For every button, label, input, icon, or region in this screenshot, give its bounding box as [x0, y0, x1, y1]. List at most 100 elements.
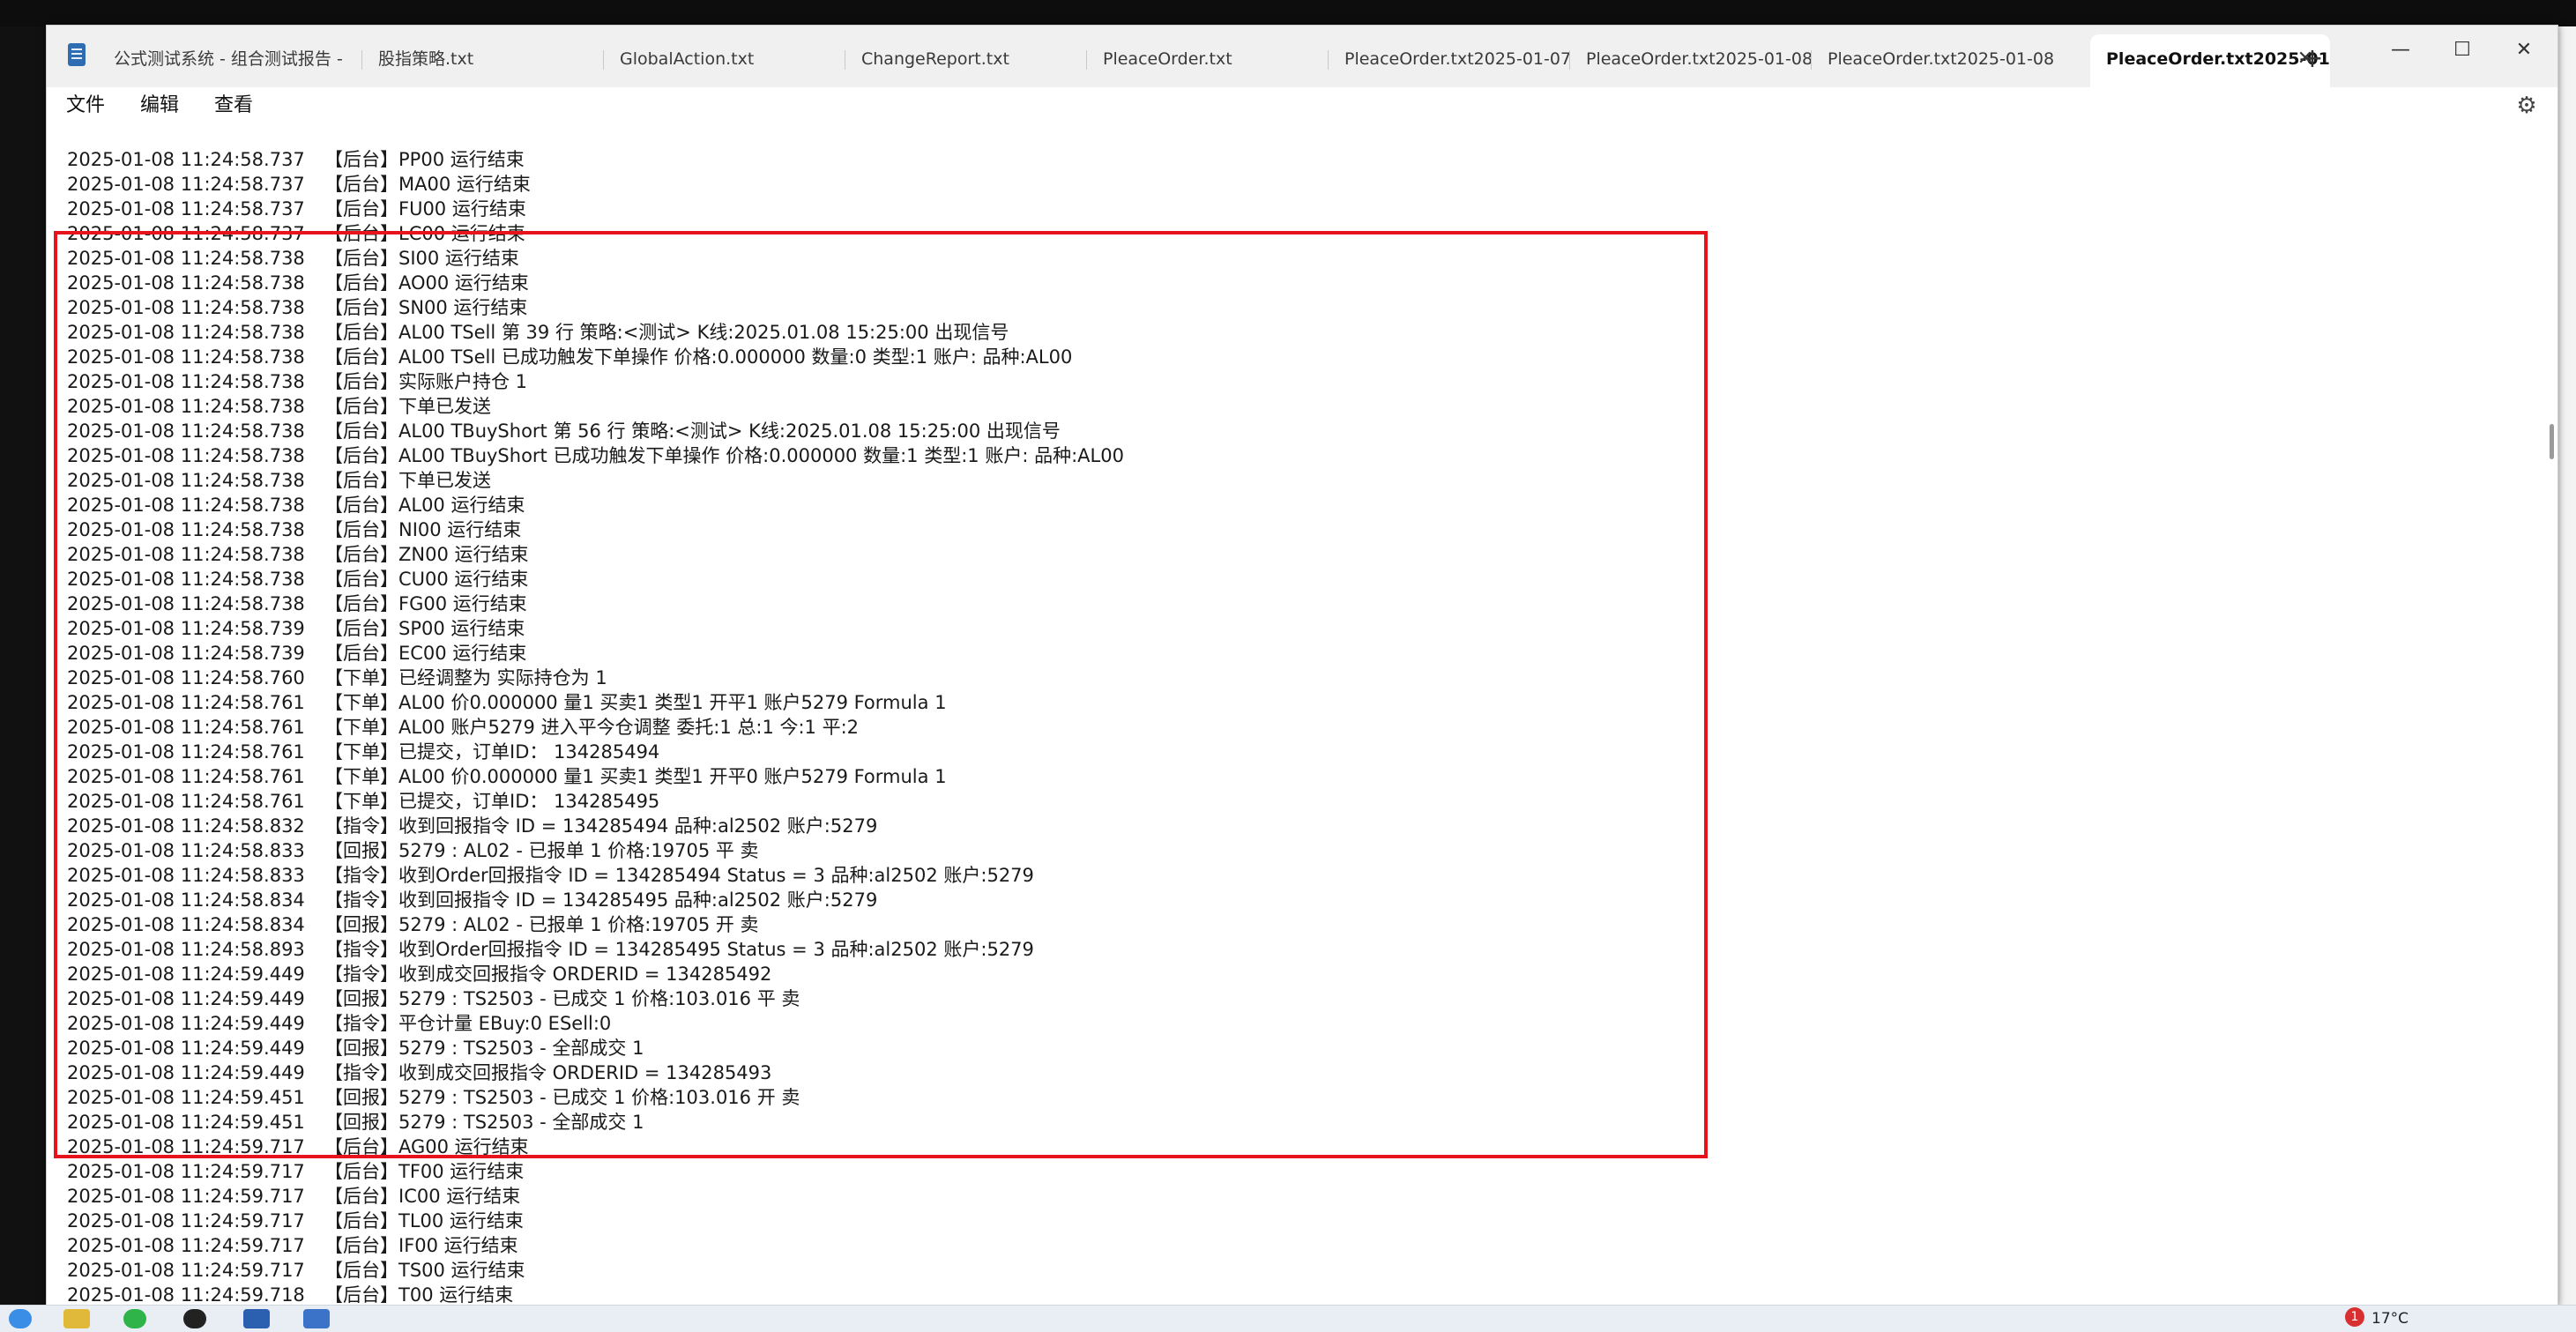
log-timestamp: 2025-01-08 11:24:58.739 [67, 643, 305, 664]
log-timestamp: 2025-01-08 11:24:58.739 [67, 618, 305, 639]
log-message: 【指令】收到回报指令 ID = 134285495 品种:al2502 账户:5… [324, 889, 878, 911]
wechat-icon[interactable] [123, 1309, 146, 1328]
tab-change-report[interactable]: ChangeReport.txt [845, 34, 1087, 87]
gear-icon[interactable]: ⚙ [2513, 93, 2540, 119]
log-message: 【后台】CU00 运行结束 [324, 569, 529, 590]
log-message: 【后台】下单已发送 [324, 470, 491, 491]
log-line: 2025-01-08 11:24:59.449 【指令】收到成交回报指令 ORDE… [67, 1060, 2518, 1085]
log-line: 2025-01-08 11:24:58.761 【下单】已提交，订单ID： 134… [67, 789, 2518, 814]
background-app-sidebar [0, 26, 48, 1305]
menu-edit[interactable]: 编辑 [131, 87, 188, 124]
tab-global-action[interactable]: GlobalAction.txt [604, 34, 845, 87]
minimize-button[interactable]: — [2374, 34, 2427, 66]
log-message: 【后台】PP00 运行结束 [324, 149, 525, 170]
log-message: 【后台】TL00 运行结束 [324, 1210, 524, 1232]
log-line: 2025-01-08 11:24:59.718 【后台】T00 运行结束 [67, 1283, 2518, 1306]
start-icon[interactable] [9, 1309, 32, 1328]
log-timestamp: 2025-01-08 11:24:59.451 [67, 1112, 305, 1133]
log-message: 【后台】TF00 运行结束 [324, 1161, 525, 1182]
log-line: 2025-01-08 11:24:58.761 【下单】AL00 账户5279 进… [67, 715, 2518, 740]
log-line: 2025-01-08 11:24:59.717 【后台】AG00 运行结束 [67, 1135, 2518, 1159]
log-timestamp: 2025-01-08 11:24:58.834 [67, 914, 305, 935]
log-line: 2025-01-08 11:24:58.738 【后台】实际账户持仓 1 [67, 369, 2518, 394]
app-icon[interactable] [183, 1309, 206, 1328]
log-line: 2025-01-08 11:24:58.737 【后台】LC00 运行结束 [67, 221, 2518, 246]
log-message: 【回报】5279 : TS2503 - 全部成交 1 [324, 1112, 644, 1133]
log-message: 【后台】TS00 运行结束 [324, 1260, 525, 1281]
log-message: 【后台】AO00 运行结束 [324, 272, 529, 294]
log-message: 【下单】已经调整为 实际持仓为 1 [324, 667, 607, 688]
log-message: 【后台】SP00 运行结束 [324, 618, 525, 639]
log-line: 2025-01-08 11:24:58.834 【回报】5279 : AL02 -… [67, 912, 2518, 937]
notepad-taskbar-icon[interactable] [243, 1309, 270, 1328]
log-message: 【后台】AL00 TSell 第 39 行 策略:<测试> K线:2025.01… [324, 322, 1009, 343]
log-line: 2025-01-08 11:24:58.738 【后台】CU00 运行结束 [67, 567, 2518, 592]
log-message: 【后台】实际账户持仓 1 [324, 371, 528, 392]
log-timestamp: 2025-01-08 11:24:58.738 [67, 544, 305, 565]
log-line: 2025-01-08 11:24:58.893 【指令】收到Order回报指令 I… [67, 937, 2518, 962]
log-timestamp: 2025-01-08 11:24:58.738 [67, 495, 305, 516]
log-message: 【后台】EC00 运行结束 [324, 643, 527, 664]
log-message: 【回报】5279 : AL02 - 已报单 1 价格:19705 开 卖 [324, 914, 759, 935]
log-timestamp: 2025-01-08 11:24:58.738 [67, 445, 305, 466]
log-timestamp: 2025-01-08 11:24:59.717 [67, 1210, 305, 1232]
log-message: 【指令】收到Order回报指令 ID = 134285494 Status = … [324, 865, 1034, 886]
log-timestamp: 2025-01-08 11:24:58.738 [67, 396, 305, 417]
log-timestamp: 2025-01-08 11:24:58.738 [67, 322, 305, 343]
log-message: 【后台】FU00 运行结束 [324, 198, 526, 220]
tab-pleaceorder-0108-11[interactable]: PleaceOrder.txt2025-01-08 11#2 [1812, 34, 2053, 87]
log-line: 2025-01-08 11:24:59.717 【后台】IC00 运行结束 [67, 1184, 2518, 1209]
notepad-app-icon [68, 43, 86, 66]
log-message: 【下单】已提交，订单ID： 134285495 [324, 791, 660, 812]
new-tab-button[interactable]: + [2293, 34, 2332, 84]
log-line: 2025-01-08 11:24:58.833 【指令】收到Order回报指令 I… [67, 863, 2518, 888]
log-timestamp: 2025-01-08 11:24:59.717 [67, 1161, 305, 1182]
log-line: 2025-01-08 11:24:58.761 【下单】AL00 价0.00000… [67, 764, 2518, 789]
log-line: 2025-01-08 11:24:58.834 【指令】收到回报指令 ID = 1… [67, 888, 2518, 912]
calendar-icon[interactable] [303, 1309, 330, 1328]
tab-pleaceorder-0108-09[interactable]: PleaceOrder.txt2025-01-08 09#4 [1570, 34, 1812, 87]
log-message: 【回报】5279 : TS2503 - 已成交 1 价格:103.016 平 卖 [324, 988, 800, 1009]
log-timestamp: 2025-01-08 11:24:58.737 [67, 223, 305, 244]
log-timestamp: 2025-01-08 11:24:58.738 [67, 519, 305, 540]
file-explorer-icon[interactable] [63, 1309, 90, 1328]
log-line: 2025-01-08 11:24:58.738 【后台】AL00 运行结束 [67, 493, 2518, 517]
close-window-button[interactable]: ✕ [2498, 34, 2550, 66]
log-message: 【后台】AL00 TSell 已成功触发下单操作 价格:0.000000 数量:… [324, 346, 1073, 368]
log-message: 【指令】平仓计量 EBuy:0 ESell:0 [324, 1013, 612, 1034]
log-line: 2025-01-08 11:24:58.833 【回报】5279 : AL02 -… [67, 838, 2518, 863]
tab-pleaceorder-0107[interactable]: PleaceOrder.txt2025-01-07 14#4 [1329, 34, 1570, 87]
text-editor[interactable]: 2025-01-08 11:24:58.737 【后台】PP00 运行结束 2025… [47, 124, 2557, 1306]
tab-formula-report[interactable]: 公式测试系统 - 组合测试报告 - [98, 34, 362, 87]
log-line: 2025-01-08 11:24:58.760 【下单】已经调整为 实际持仓为 1 [67, 666, 2518, 690]
log-line: 2025-01-08 11:24:58.737 【后台】PP00 运行结束 [67, 147, 2518, 172]
log-timestamp: 2025-01-08 11:24:58.761 [67, 741, 305, 763]
notepad-window: 公式测试系统 - 组合测试报告 - 股指策略.txt GlobalAction.… [46, 25, 2558, 1306]
log-message: 【回报】5279 : TS2503 - 全部成交 1 [324, 1038, 644, 1059]
log-line: 2025-01-08 11:24:58.761 【下单】已提交，订单ID： 134… [67, 740, 2518, 764]
log-timestamp: 2025-01-08 11:24:58.737 [67, 174, 305, 195]
log-timestamp: 2025-01-08 11:24:59.717 [67, 1186, 305, 1207]
menu-view[interactable]: 查看 [205, 87, 262, 124]
log-timestamp: 2025-01-08 11:24:58.737 [67, 198, 305, 220]
scrollbar-thumb[interactable] [2550, 424, 2554, 459]
log-line: 2025-01-08 11:24:58.738 【后台】下单已发送 [67, 468, 2518, 493]
maximize-button[interactable]: ☐ [2436, 34, 2489, 66]
log-message: 【指令】收到成交回报指令 ORDERID = 134285492 [324, 964, 772, 985]
log-timestamp: 2025-01-08 11:24:58.761 [67, 692, 305, 713]
log-timestamp: 2025-01-08 11:24:59.449 [67, 1013, 305, 1034]
log-timestamp: 2025-01-08 11:24:58.832 [67, 815, 305, 837]
tab-pleaceorder[interactable]: PleaceOrder.txt [1087, 34, 1329, 87]
log-timestamp: 2025-01-08 11:24:59.451 [67, 1087, 305, 1108]
log-message: 【下单】AL00 价0.000000 量1 买卖1 类型1 开平1 账户5279… [324, 692, 947, 713]
log-timestamp: 2025-01-08 11:24:58.738 [67, 420, 305, 442]
log-line: 2025-01-08 11:24:59.717 【后台】TS00 运行结束 [67, 1258, 2518, 1283]
log-line: 2025-01-08 11:24:58.738 【后台】AL00 TBuyShor… [67, 419, 2518, 443]
menu-file[interactable]: 文件 [57, 87, 114, 124]
tab-index-strategy[interactable]: 股指策略.txt [362, 34, 604, 87]
title-bar: 公式测试系统 - 组合测试报告 - 股指策略.txt GlobalAction.… [47, 26, 2557, 87]
menu-bar: 文件 编辑 查看 ⚙ [47, 87, 2557, 124]
log-line: 2025-01-08 11:24:58.738 【后台】AL00 TSell 已成… [67, 345, 2518, 369]
log-message: 【后台】ZN00 运行结束 [324, 544, 529, 565]
weather-temp[interactable]: 17°C [2371, 1309, 2408, 1328]
